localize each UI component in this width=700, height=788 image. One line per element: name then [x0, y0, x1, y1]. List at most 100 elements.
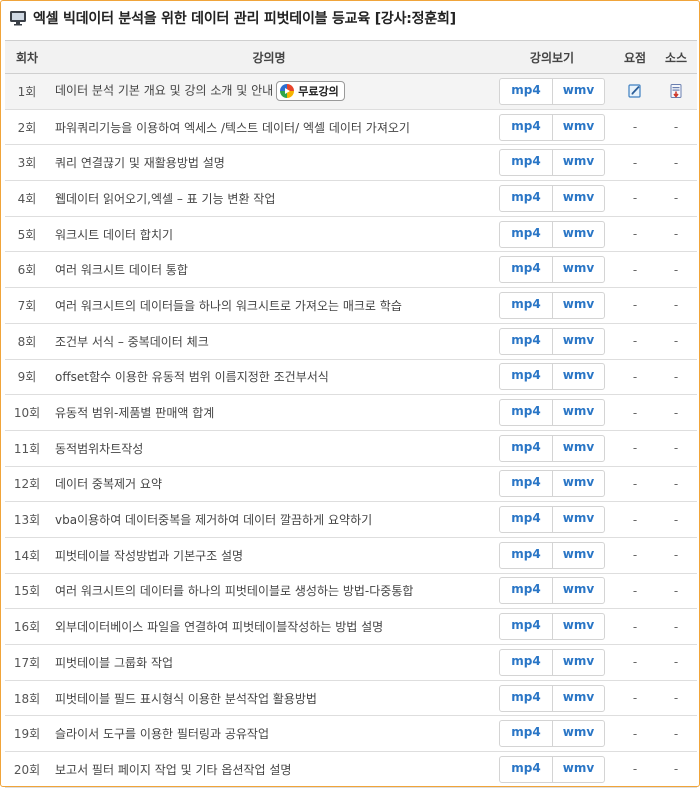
summary-empty: - [615, 287, 655, 324]
free-lecture-button[interactable]: 무료강의 [276, 81, 345, 102]
summary-empty: - [615, 109, 655, 146]
wmv-button[interactable]: wmv [552, 649, 604, 675]
lecture-number: 20회 [5, 751, 49, 788]
table-row: 8회 조건부 서식 – 중복데이터 체크 mp4 wmv - - [5, 323, 697, 360]
mp4-button[interactable]: mp4 [500, 436, 552, 461]
lecture-number: 11회 [5, 430, 49, 467]
mp4-button[interactable]: mp4 [500, 79, 552, 104]
table-row: 19회 슬라이서 도구를 이용한 필터링과 공유작업 mp4 wmv - - [5, 715, 697, 753]
wmv-button[interactable]: wmv [552, 257, 604, 283]
summary-empty: - [615, 537, 655, 574]
lecture-title-cell: 조건부 서식 – 중복데이터 체크 [49, 323, 489, 360]
wmv-button[interactable]: wmv [552, 721, 604, 747]
lecture-number: 18회 [5, 680, 49, 717]
summary-empty: - [615, 251, 655, 289]
mp4-button[interactable]: mp4 [500, 578, 552, 603]
view-cell: mp4 wmv [489, 680, 615, 717]
mp4-button[interactable]: mp4 [500, 257, 552, 282]
view-button-group: mp4 wmv [499, 291, 605, 319]
view-button-group: mp4 wmv [499, 256, 605, 284]
mp4-button[interactable]: mp4 [500, 329, 552, 354]
wmv-button[interactable]: wmv [552, 507, 604, 533]
source-empty: - [655, 573, 697, 610]
wmv-button[interactable]: wmv [552, 78, 604, 104]
lecture-title-cell: 여러 워크시트 데이터 통합 [49, 251, 489, 289]
source-empty: - [655, 180, 697, 217]
view-button-group: mp4 wmv [499, 684, 605, 712]
lecture-number: 13회 [5, 501, 49, 538]
summary-cell [615, 73, 655, 110]
lecture-number: 6회 [5, 251, 49, 289]
wmv-button[interactable]: wmv [552, 542, 604, 568]
view-button-group: mp4 wmv [499, 648, 605, 676]
mp4-button[interactable]: mp4 [500, 614, 552, 639]
wmv-button[interactable]: wmv [552, 364, 604, 390]
mp4-button[interactable]: mp4 [500, 543, 552, 568]
lecture-number: 12회 [5, 466, 49, 503]
mp4-button[interactable]: mp4 [500, 721, 552, 746]
view-button-group: mp4 wmv [499, 470, 605, 498]
wmv-button[interactable]: wmv [552, 435, 604, 461]
lecture-number: 15회 [5, 573, 49, 610]
view-cell: mp4 wmv [489, 394, 615, 431]
mp4-button[interactable]: mp4 [500, 650, 552, 675]
mp4-button[interactable]: mp4 [500, 150, 552, 175]
view-button-group: mp4 wmv [499, 113, 605, 141]
source-empty: - [655, 323, 697, 360]
source-empty: - [655, 715, 697, 753]
wmv-button[interactable]: wmv [552, 292, 604, 318]
wmv-button[interactable]: wmv [552, 685, 604, 711]
summary-empty: - [615, 573, 655, 610]
memo-icon[interactable] [627, 83, 643, 99]
source-empty: - [655, 216, 697, 253]
summary-empty: - [615, 608, 655, 645]
mp4-button[interactable]: mp4 [500, 364, 552, 389]
header-source: 소스 [655, 40, 697, 74]
lecture-title: offset함수 이용한 유동적 범위 이름지정한 조건부서식 [55, 370, 329, 385]
wmv-button[interactable]: wmv [552, 221, 604, 247]
lecture-title-cell: 피벗테이블 필드 표시형식 이용한 분석작업 활용방법 [49, 680, 489, 717]
wmv-button[interactable]: wmv [552, 328, 604, 354]
mp4-button[interactable]: mp4 [500, 471, 552, 496]
mp4-button[interactable]: mp4 [500, 507, 552, 532]
lecture-table: 회차 강의명 강의보기 요점 소스 1회 데이터 분석 기본 개요 및 강의 소개… [5, 40, 697, 788]
download-file-icon[interactable] [668, 83, 684, 99]
wmv-button[interactable]: wmv [552, 578, 604, 604]
mp4-button[interactable]: mp4 [500, 222, 552, 247]
lecture-title: 쿼리 연결끊기 및 재활용방법 설명 [55, 156, 225, 171]
wmv-button[interactable]: wmv [552, 614, 604, 640]
wmv-button[interactable]: wmv [552, 471, 604, 497]
mp4-button[interactable]: mp4 [500, 686, 552, 711]
mp4-button[interactable]: mp4 [500, 293, 552, 318]
lecture-title-cell: 보고서 필터 페이지 작업 및 기타 옵션작업 설명 [49, 751, 489, 788]
wmv-button[interactable]: wmv [552, 400, 604, 426]
mp4-button[interactable]: mp4 [500, 186, 552, 211]
table-row: 18회 피벗테이블 필드 표시형식 이용한 분석작업 활용방법 mp4 wmv - - [5, 680, 697, 717]
view-button-group: mp4 wmv [499, 399, 605, 427]
header-view: 강의보기 [489, 40, 615, 74]
view-cell: mp4 wmv [489, 466, 615, 503]
view-cell: mp4 wmv [489, 180, 615, 217]
lecture-number: 3회 [5, 144, 49, 182]
mp4-button[interactable]: mp4 [500, 400, 552, 425]
lecture-title: 피벗테이블 필드 표시형식 이용한 분석작업 활용방법 [55, 691, 317, 706]
wmv-button[interactable]: wmv [552, 150, 604, 176]
wmv-button[interactable]: wmv [552, 756, 604, 782]
view-cell: mp4 wmv [489, 644, 615, 681]
source-empty: - [655, 359, 697, 396]
lecture-title-cell: 파워쿼리기능을 이용하여 엑세스 /텍스트 데이터/ 엑셀 데이터 가져오기 [49, 109, 489, 146]
lecture-number: 7회 [5, 287, 49, 324]
wmv-button[interactable]: wmv [552, 114, 604, 140]
header-no: 회차 [5, 40, 49, 74]
table-row: 7회 여러 워크시트의 데이터들을 하나의 워크시트로 가져오는 매크로 학습 mp… [5, 287, 697, 324]
lecture-title: 동적범위차트작성 [55, 441, 144, 456]
view-button-group: mp4 wmv [499, 720, 605, 748]
lecture-number: 14회 [5, 537, 49, 574]
view-button-group: mp4 wmv [499, 327, 605, 355]
lecture-title: 워크시트 데이터 합치기 [55, 227, 174, 242]
wmv-button[interactable]: wmv [552, 185, 604, 211]
mp4-button[interactable]: mp4 [500, 115, 552, 140]
source-empty: - [655, 430, 697, 467]
view-cell: mp4 wmv [489, 73, 615, 110]
mp4-button[interactable]: mp4 [500, 757, 552, 782]
